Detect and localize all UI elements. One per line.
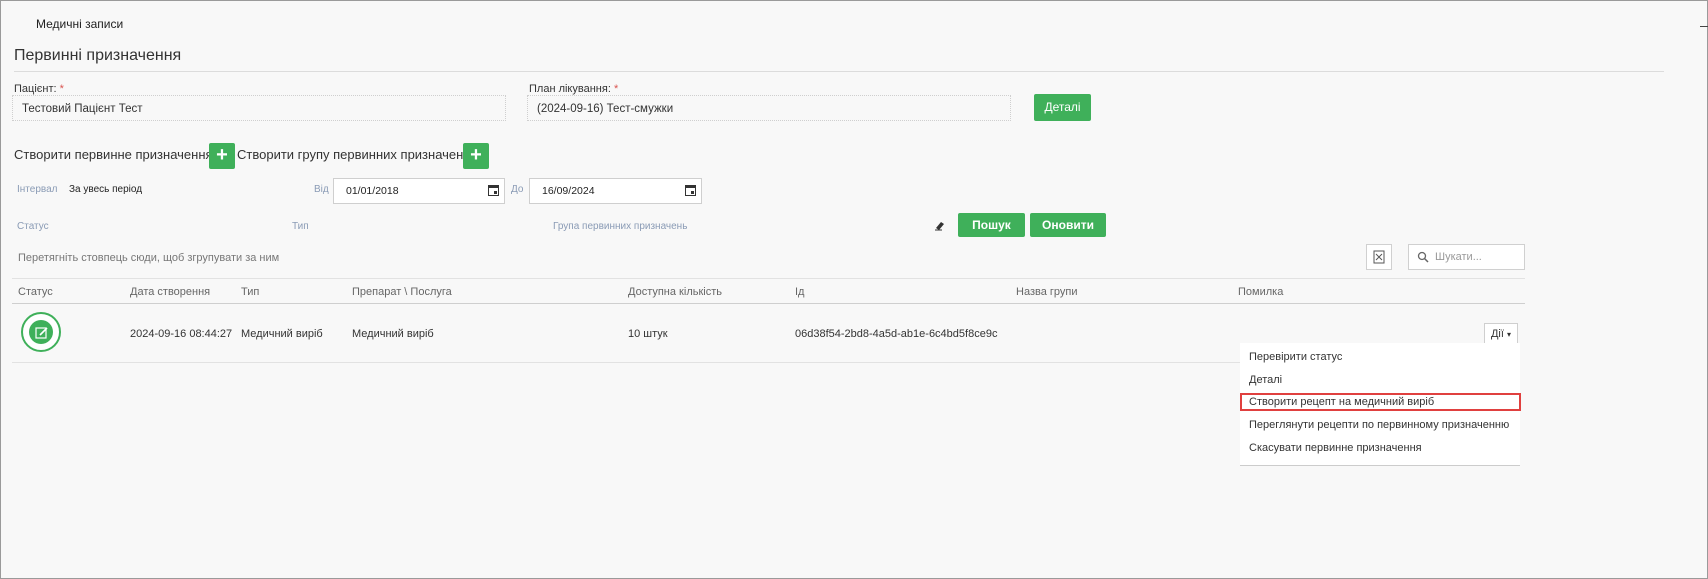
column-header-quantity[interactable]: Доступна кількість bbox=[628, 286, 722, 298]
create-primary-plus-button[interactable]: + bbox=[209, 143, 235, 169]
column-header-created[interactable]: Дата створення bbox=[130, 286, 210, 298]
actions-dropdown-button[interactable]: Дії ▾ bbox=[1484, 323, 1518, 345]
menu-item-check-status[interactable]: Перевірити статус bbox=[1249, 351, 1342, 363]
column-header-group[interactable]: Назва групи bbox=[1016, 286, 1077, 298]
from-label: Від bbox=[314, 184, 329, 195]
calendar-icon[interactable] bbox=[488, 185, 499, 196]
menu-item-details[interactable]: Деталі bbox=[1249, 374, 1282, 386]
cell-created: 2024-09-16 08:44:27 bbox=[130, 328, 233, 340]
menu-item-cancel[interactable]: Скасувати первинне призначення bbox=[1249, 442, 1422, 454]
status-icon bbox=[21, 312, 61, 352]
edit-icon bbox=[35, 327, 48, 339]
menu-item-view-prescriptions[interactable]: Переглянути рецепти по первинному призна… bbox=[1249, 419, 1509, 431]
required-mark: * bbox=[59, 83, 64, 95]
export-excel-button[interactable] bbox=[1366, 244, 1392, 270]
refresh-button[interactable]: Оновити bbox=[1030, 213, 1106, 237]
group-filter-label[interactable]: Група первинних призначень bbox=[553, 221, 687, 232]
title-divider bbox=[14, 71, 1664, 72]
search-placeholder: Шукати... bbox=[1435, 251, 1482, 263]
cell-type: Медичний виріб bbox=[241, 328, 323, 340]
interval-label: Інтервал bbox=[17, 184, 58, 195]
grid-search-input[interactable]: Шукати... bbox=[1408, 244, 1525, 270]
column-header-status[interactable]: Статус bbox=[18, 286, 53, 298]
column-header-type[interactable]: Тип bbox=[241, 286, 259, 298]
patient-field[interactable]: Тестовий Пацієнт Тест bbox=[12, 95, 506, 121]
details-button[interactable]: Деталі bbox=[1034, 94, 1091, 121]
type-filter-label[interactable]: Тип bbox=[292, 221, 309, 232]
plan-label-text: План лікування: bbox=[529, 83, 611, 95]
to-date-value: 16/09/2024 bbox=[542, 185, 595, 197]
create-primary-label[interactable]: Створити первинне призначення bbox=[14, 147, 213, 162]
highlight-box bbox=[1240, 393, 1521, 411]
header-divider bbox=[12, 303, 1525, 304]
create-group-label[interactable]: Створити групу первинних призначень bbox=[237, 147, 470, 162]
treatment-plan-field[interactable]: (2024-09-16) Тест-смужки bbox=[527, 95, 1011, 121]
from-date-input[interactable]: 01/01/2018 bbox=[333, 178, 505, 204]
create-group-plus-button[interactable]: + bbox=[463, 143, 489, 169]
column-header-id[interactable]: Ід bbox=[795, 286, 804, 298]
caret-down-icon: ▾ bbox=[1507, 330, 1512, 339]
excel-icon bbox=[1373, 250, 1385, 264]
breadcrumb[interactable]: Медичні записи bbox=[36, 17, 123, 31]
cell-quantity: 10 штук bbox=[628, 328, 668, 340]
search-button[interactable]: Пошук bbox=[958, 213, 1025, 237]
cell-item: Медичний виріб bbox=[352, 328, 434, 340]
required-mark: * bbox=[613, 83, 619, 95]
cell-id: 06d38f54-2bd8-4a5d-ab1e-6c4bd5f8ce9c bbox=[795, 328, 998, 340]
column-header-item[interactable]: Препарат \ Послуга bbox=[352, 286, 452, 298]
to-date-input[interactable]: 16/09/2024 bbox=[529, 178, 702, 204]
page-title: Первинні призначення bbox=[14, 47, 182, 64]
patient-label: Пацієнт: * bbox=[14, 83, 64, 95]
from-date-value: 01/01/2018 bbox=[346, 185, 399, 197]
plan-label: План лікування: * bbox=[529, 83, 618, 95]
interval-select[interactable]: За увесь період bbox=[69, 184, 142, 195]
patient-label-text: Пацієнт: bbox=[14, 83, 57, 95]
column-header-error[interactable]: Помилка bbox=[1238, 286, 1283, 298]
calendar-icon[interactable] bbox=[685, 185, 696, 196]
group-drop-hint[interactable]: Перетягніть стовпець сюди, щоб згрупуват… bbox=[18, 252, 279, 264]
to-label: До bbox=[511, 184, 524, 195]
search-icon bbox=[1417, 251, 1429, 263]
edge-marker bbox=[1700, 26, 1708, 27]
grid-top-border bbox=[12, 278, 1525, 279]
status-filter-label[interactable]: Статус bbox=[17, 221, 49, 232]
eraser-icon[interactable] bbox=[934, 219, 946, 231]
actions-label: Дії bbox=[1490, 328, 1504, 340]
row-bottom-border bbox=[12, 362, 1240, 363]
